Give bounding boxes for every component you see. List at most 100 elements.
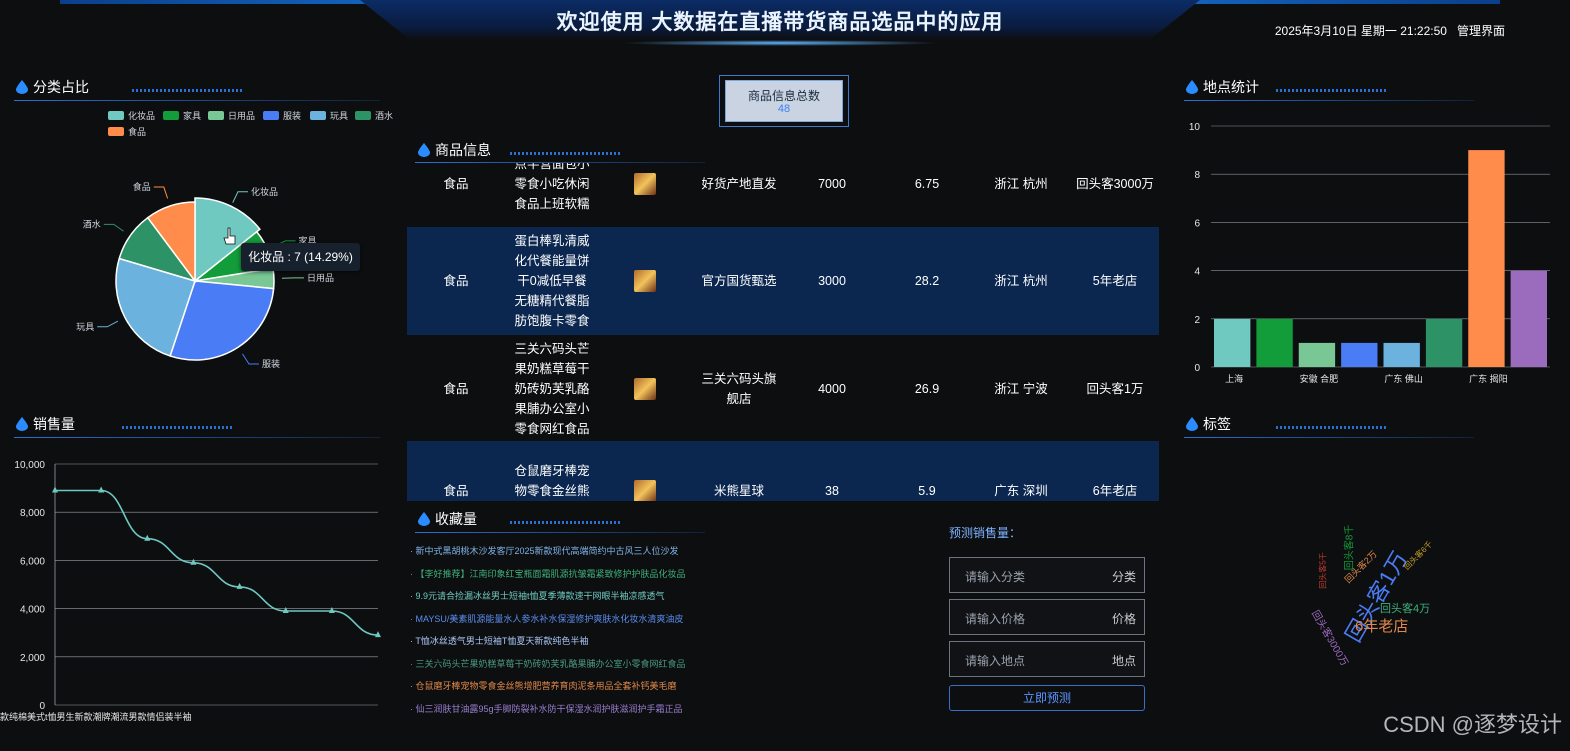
water-drop-icon (418, 143, 430, 157)
cell-category: 食品 (427, 379, 485, 399)
water-drop-icon (16, 80, 28, 94)
legend-swatch[interactable] (163, 111, 179, 120)
legend-label[interactable]: 日用品 (228, 111, 255, 121)
y-tick-label: 8 (1194, 170, 1200, 181)
admin-link[interactable]: 管理界面 (1457, 24, 1505, 38)
pie-label-line (242, 353, 260, 365)
legend-label[interactable]: 服装 (283, 110, 301, 121)
favorite-item[interactable]: · 9.9元请合捡漏冰丝男士短袖t恤夏季薄款速干网眼半袖凉感透气 (410, 585, 690, 608)
header-glow (620, 40, 940, 46)
legend-swatch[interactable] (355, 111, 371, 120)
legend-label[interactable]: 酒水 (375, 110, 393, 121)
category-input-label: 分类 (1111, 570, 1136, 584)
header-right: 2025年3月10日 星期一 21:22:50 管理界面 (1275, 22, 1505, 39)
table-row[interactable]: 食品 蛋白棒乳清威 化代餐能量饼 干0减低早餐 无糖精代餐脂 肪饱腹卡零食 官方国货甄选 30… (407, 227, 1159, 335)
location-bar[interactable] (1425, 318, 1463, 367)
cell-text-line: 无糖精代餐脂 (514, 294, 590, 308)
pie-slice-label: 食品 (133, 181, 151, 192)
legend-label[interactable]: 化妆品 (128, 110, 155, 121)
cell-product-name: 点半营面包小 零食小吃休闲 食品上班软糯 (502, 163, 602, 214)
divider-hatch (510, 152, 620, 155)
legend-label[interactable]: 玩具 (330, 111, 348, 121)
location-bar[interactable] (1341, 342, 1378, 367)
category-input[interactable]: 请输入分类 分类 (949, 557, 1145, 593)
cell-shop: 好货产地直发 (679, 174, 799, 194)
pie-tooltip: 化妆品 : 7 (14.29%) (241, 243, 360, 271)
location-bar[interactable] (1468, 150, 1505, 367)
product-thumbnail[interactable] (634, 480, 656, 501)
cell-text-line: 食品 (443, 484, 469, 498)
predict-button[interactable]: 立即预测 (949, 685, 1145, 711)
location-input[interactable]: 请输入地点 地点 (949, 641, 1145, 677)
location-bar[interactable] (1214, 318, 1251, 367)
legend-label[interactable]: 食品 (128, 126, 146, 137)
tag-word[interactable]: 回头客5千 (1318, 552, 1329, 588)
favorite-item[interactable]: · MAYSU/美素肌源能量水人参水补水保湿修护爽肤水化妆水清爽油皮 (410, 608, 690, 631)
predict-title: 预测销售量： (949, 526, 1022, 540)
favorite-item[interactable]: · 仓鼠磨牙棒宠物零食金丝熊增肥营养育肉泥条用品全套补钙美毛磨 (410, 675, 690, 698)
table-row[interactable]: 食品 三关六码头芒 果奶糕草莓干 奶砖奶芙乳酪 果脯办公室小 零食网红食品 三关六码头旗 舰店… (407, 339, 1159, 439)
cell-text-line: 蛋白棒乳清威 (514, 234, 590, 248)
data-point[interactable] (52, 486, 58, 493)
legend-swatch[interactable] (263, 111, 279, 120)
section-title-sales: 销售量 (16, 414, 75, 434)
legend-label[interactable]: 家具 (183, 110, 201, 121)
x-tick-label: 广东 揭阳 (1469, 373, 1508, 384)
favorite-item[interactable]: · 仙三润肤甘油露95g手脚防裂补水防干保湿水润护肤滋润护手霜正品 (410, 698, 690, 721)
y-tick-label: 6,000 (20, 556, 45, 567)
cell-text-line: 食品 (443, 274, 469, 288)
pie-label-line (97, 320, 119, 328)
divider-hatch (122, 426, 232, 429)
favorite-item[interactable]: · T恤冰丝透气男士短袖T恤夏天新款纯色半袖 (410, 630, 690, 653)
tag-word[interactable]: 回头客8千 (1340, 525, 1355, 571)
data-point[interactable] (328, 607, 335, 614)
cell-product-name: 三关六码头芒 果奶糕草莓干 奶砖奶芙乳酪 果脯办公室小 零食网红食品 (502, 339, 602, 439)
cell-text-line: 食品 (443, 382, 469, 396)
cell-text-line: 物零食金丝熊 (514, 484, 590, 498)
location-bar[interactable] (1510, 270, 1547, 367)
watermark: CSDN @逐梦设计 (1383, 712, 1562, 737)
favorite-item[interactable]: · 新中式黑胡桃木沙发客厅2025新款现代高端简约中古风三人位沙发 (410, 540, 690, 563)
data-point[interactable] (190, 558, 197, 565)
y-tick-label: 0 (39, 701, 45, 712)
tag-word[interactable]: 回头客4万 (1380, 600, 1430, 616)
product-thumbnail[interactable] (634, 270, 656, 292)
x-tick-label: 上海 (1225, 373, 1243, 384)
cell-text-line: 肪饱腹卡零食 (514, 314, 590, 328)
product-thumbnail[interactable] (634, 378, 656, 400)
tag-word[interactable]: 6年老店 (1355, 615, 1408, 636)
data-point[interactable] (282, 607, 289, 614)
cell-price: 3000 (797, 271, 867, 291)
location-bar-chart: 10 8 6 4 2 0 上海 安徽 合肥 广东 佛山 广东 揭阳 (1189, 122, 1550, 384)
location-bar[interactable] (1256, 318, 1293, 367)
table-row[interactable]: 食品 仓鼠磨牙棒宠物零食金丝熊增肥营养育肉米熊星球 38 5.9 广东 深圳 6年老店 (407, 441, 1159, 501)
table-row[interactable]: 食品 点半营面包小 零食小吃休闲 食品上班软糯 好货产地直发 7000 6.75 浙江 杭州 回… (407, 163, 1159, 227)
location-bar[interactable] (1383, 342, 1420, 367)
favorite-item[interactable]: · 三关六码头芒果奶糕草莓干奶砖奶芙乳酪果脯办公室小零食网红食品 (410, 653, 690, 676)
location-bar[interactable] (1298, 342, 1336, 367)
legend-swatch[interactable] (108, 127, 124, 136)
data-point[interactable] (236, 582, 243, 589)
cell-text-line: 4000 (818, 382, 846, 396)
x-tick-label: 安徽 合肥 (1300, 373, 1339, 384)
sales-line-chart: 10,000 8,000 6,000 4,000 2,000 0款纯棉美式t恤男生新款潮牌… (0, 460, 381, 722)
cell-text-line: 3000 (818, 274, 846, 288)
favorite-item[interactable]: · 【李好推荐】江南印象红宝瓶面霜肌源抗皱霜紧致修护护肤品化妆品 (410, 563, 690, 586)
product-thumbnail[interactable] (634, 173, 656, 195)
data-point[interactable] (98, 486, 105, 493)
y-tick-label: 10 (1189, 122, 1201, 133)
price-input[interactable]: 请输入价格 价格 (949, 599, 1145, 635)
legend-swatch[interactable] (108, 111, 124, 120)
cell-text-line: 零食网红食品 (514, 422, 590, 436)
cell-text-line: 食品 (443, 177, 469, 191)
cell-text-line: 化代餐能量饼 (514, 254, 590, 268)
data-point[interactable] (144, 534, 151, 541)
cell-text-line: 回头客1万 (1086, 382, 1144, 396)
data-point[interactable] (375, 631, 381, 638)
cell-rate: 6.75 (892, 174, 962, 194)
legend-swatch[interactable] (208, 111, 224, 120)
cell-rate: 5.9 (892, 481, 962, 501)
cell-place: 广东 深圳 (981, 481, 1061, 501)
legend-swatch[interactable] (310, 111, 326, 120)
water-drop-icon (16, 417, 28, 431)
